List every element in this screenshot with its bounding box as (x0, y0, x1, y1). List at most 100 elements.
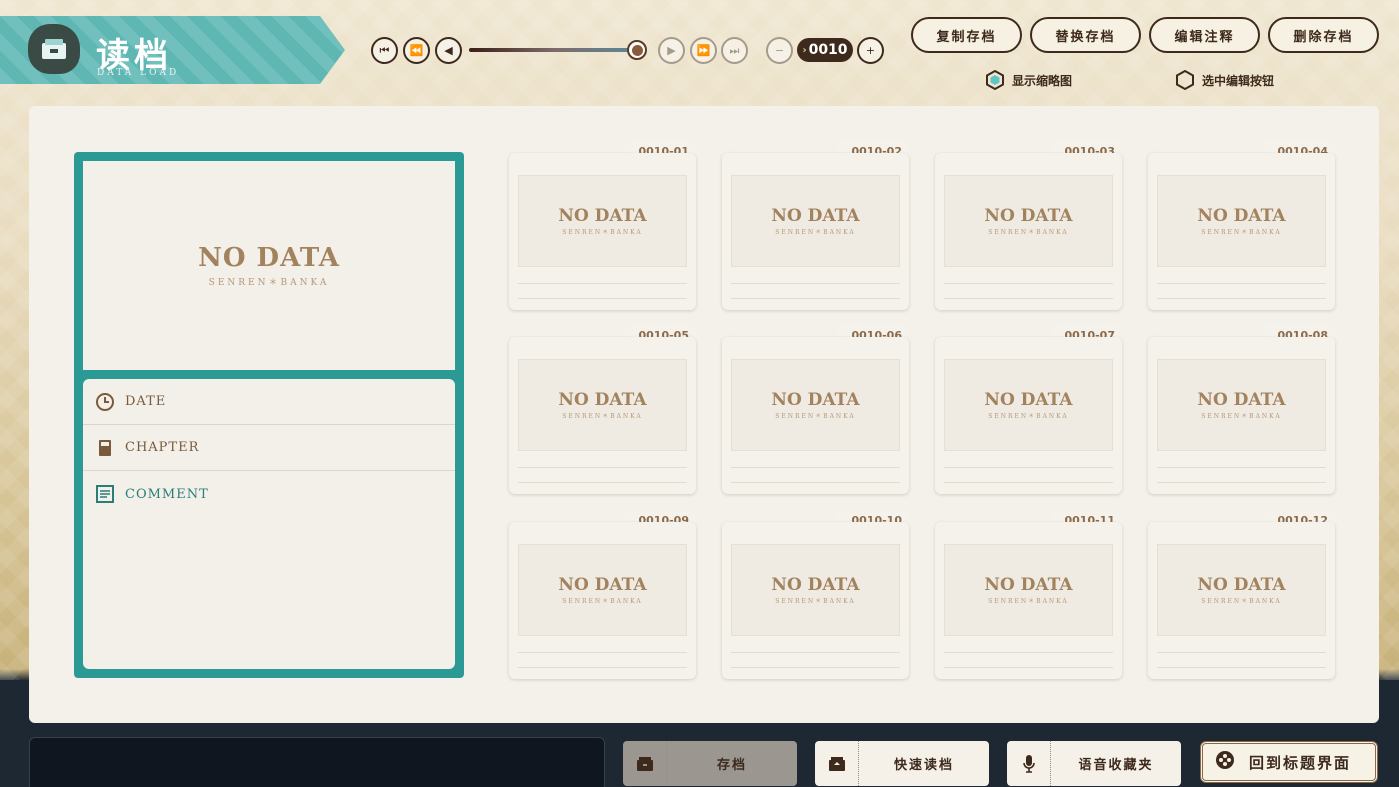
slot-no-data: NO DATA (771, 206, 860, 226)
comment-row: COMMENT (83, 471, 455, 517)
page-slider-track[interactable] (469, 48, 639, 52)
slot-brand: SENREN＊BANKA (562, 229, 643, 236)
note-icon (95, 484, 115, 504)
preview-no-data: NO DATA (198, 243, 340, 273)
slot-divider (518, 482, 687, 483)
quick-load-label: 快速读档 (893, 758, 954, 773)
slot-thumbnail: NO DATA SENREN＊BANKA (518, 544, 687, 636)
slot-divider (944, 482, 1113, 483)
slot-thumbnail: NO DATA SENREN＊BANKA (1157, 544, 1326, 636)
slot-thumbnail: NO DATA SENREN＊BANKA (731, 544, 900, 636)
slot-divider (731, 467, 900, 468)
skip-first-icon[interactable]: ⏮ (371, 37, 398, 64)
slot-divider (1157, 652, 1326, 653)
select-edit-toggle[interactable]: 选中编辑按钮 (1176, 68, 1274, 92)
slot-divider (944, 283, 1113, 284)
voice-favorites-label: 语音收藏夹 (1078, 758, 1154, 773)
slot-brand: SENREN＊BANKA (1201, 598, 1282, 605)
slot-card: NO DATA SENREN＊BANKA (722, 522, 909, 679)
slot-card: NO DATA SENREN＊BANKA (722, 153, 909, 310)
step-back-icon[interactable]: ⏪ (403, 37, 430, 64)
preview-brand: SENREN＊BANKA (208, 278, 330, 288)
slot-thumbnail: NO DATA SENREN＊BANKA (944, 544, 1113, 636)
show-thumbnail-toggle[interactable]: 显示缩略图 (986, 68, 1072, 92)
preview-info: DATE CHAPTER COMMENT (83, 379, 455, 669)
slot-brand: SENREN＊BANKA (775, 413, 856, 420)
slot-thumbnail: NO DATA SENREN＊BANKA (944, 175, 1113, 267)
voice-favorites-button[interactable]: 语音收藏夹 (1007, 741, 1181, 786)
save-slot[interactable]: 0010-10 NO DATA SENREN＊BANKA (722, 510, 909, 679)
slot-divider (518, 667, 687, 668)
save-slot[interactable]: 0010-11 NO DATA SENREN＊BANKA (935, 510, 1122, 679)
slot-divider (1157, 667, 1326, 668)
save-slot[interactable]: 0010-09 NO DATA SENREN＊BANKA (509, 510, 696, 679)
slot-divider (1157, 283, 1326, 284)
slot-no-data: NO DATA (984, 575, 1073, 595)
slot-brand: SENREN＊BANKA (988, 413, 1069, 420)
quick-load-button[interactable]: 快速读档 (815, 741, 989, 786)
save-box-icon (28, 24, 80, 74)
play-back-icon[interactable]: ◀ (435, 37, 462, 64)
slot-card: NO DATA SENREN＊BANKA (935, 337, 1122, 494)
save-box-icon (623, 741, 667, 786)
slot-divider (518, 298, 687, 299)
save-slot[interactable]: 0010-02 NO DATA SENREN＊BANKA (722, 141, 909, 310)
slot-brand: SENREN＊BANKA (775, 229, 856, 236)
save-slot[interactable]: 0010-04 NO DATA SENREN＊BANKA (1148, 141, 1335, 310)
date-row: DATE (83, 379, 455, 425)
skip-last-icon[interactable]: ⏭ (721, 37, 748, 64)
flower-icon (1215, 750, 1235, 774)
slot-brand: SENREN＊BANKA (562, 598, 643, 605)
page-slider-knob[interactable] (627, 40, 647, 60)
step-forward-icon[interactable]: ⏩ (690, 37, 717, 64)
load-box-icon (815, 741, 859, 786)
slot-no-data: NO DATA (771, 390, 860, 410)
edit-note-button[interactable]: 编辑注释 (1149, 17, 1260, 53)
slot-divider (1157, 467, 1326, 468)
hexagon-empty-icon (1176, 70, 1194, 90)
save-slot[interactable]: 0010-05 NO DATA SENREN＊BANKA (509, 325, 696, 494)
slot-card: NO DATA SENREN＊BANKA (1148, 337, 1335, 494)
select-edit-label: 选中编辑按钮 (1202, 73, 1275, 88)
slot-card: NO DATA SENREN＊BANKA (722, 337, 909, 494)
slot-card: NO DATA SENREN＊BANKA (1148, 522, 1335, 679)
slot-thumbnail: NO DATA SENREN＊BANKA (944, 359, 1113, 451)
slot-divider (731, 482, 900, 483)
slot-brand: SENREN＊BANKA (775, 598, 856, 605)
save-slot[interactable]: 0010-03 NO DATA SENREN＊BANKA (935, 141, 1122, 310)
slot-divider (1157, 298, 1326, 299)
slot-thumbnail: NO DATA SENREN＊BANKA (731, 359, 900, 451)
copy-save-button[interactable]: 复制存档 (911, 17, 1022, 53)
book-icon (95, 438, 115, 458)
slot-divider (944, 652, 1113, 653)
slot-divider (518, 467, 687, 468)
slot-brand: SENREN＊BANKA (988, 598, 1069, 605)
microphone-icon (1007, 741, 1051, 786)
play-icon[interactable]: ▶ (658, 37, 685, 64)
delete-save-button[interactable]: 删除存档 (1268, 17, 1379, 53)
slot-card: NO DATA SENREN＊BANKA (935, 153, 1122, 310)
save-slot[interactable]: 0010-08 NO DATA SENREN＊BANKA (1148, 325, 1335, 494)
slot-thumbnail: NO DATA SENREN＊BANKA (518, 359, 687, 451)
hexagon-checked-icon (986, 70, 1004, 90)
save-slot[interactable]: 0010-12 NO DATA SENREN＊BANKA (1148, 510, 1335, 679)
slot-card: NO DATA SENREN＊BANKA (509, 522, 696, 679)
back-to-title-button[interactable]: 回到标题界面 (1200, 741, 1378, 783)
slot-no-data: NO DATA (558, 575, 647, 595)
slot-divider (731, 667, 900, 668)
save-label: 存档 (716, 758, 747, 773)
slot-no-data: NO DATA (771, 575, 860, 595)
minus-icon[interactable]: − (766, 37, 793, 64)
save-slot[interactable]: 0010-01 NO DATA SENREN＊BANKA (509, 141, 696, 310)
save-slot[interactable]: 0010-07 NO DATA SENREN＊BANKA (935, 325, 1122, 494)
save-button[interactable]: 存档 (623, 741, 797, 786)
replace-save-button[interactable]: 替换存档 (1030, 17, 1141, 53)
slot-no-data: NO DATA (558, 390, 647, 410)
slot-brand: SENREN＊BANKA (988, 229, 1069, 236)
slot-thumbnail: NO DATA SENREN＊BANKA (518, 175, 687, 267)
plus-icon[interactable]: + (857, 37, 884, 64)
slot-thumbnail: NO DATA SENREN＊BANKA (731, 175, 900, 267)
save-slot[interactable]: 0010-06 NO DATA SENREN＊BANKA (722, 325, 909, 494)
preview-thumbnail: NO DATA SENREN＊BANKA (83, 161, 455, 370)
clock-icon (95, 392, 115, 412)
